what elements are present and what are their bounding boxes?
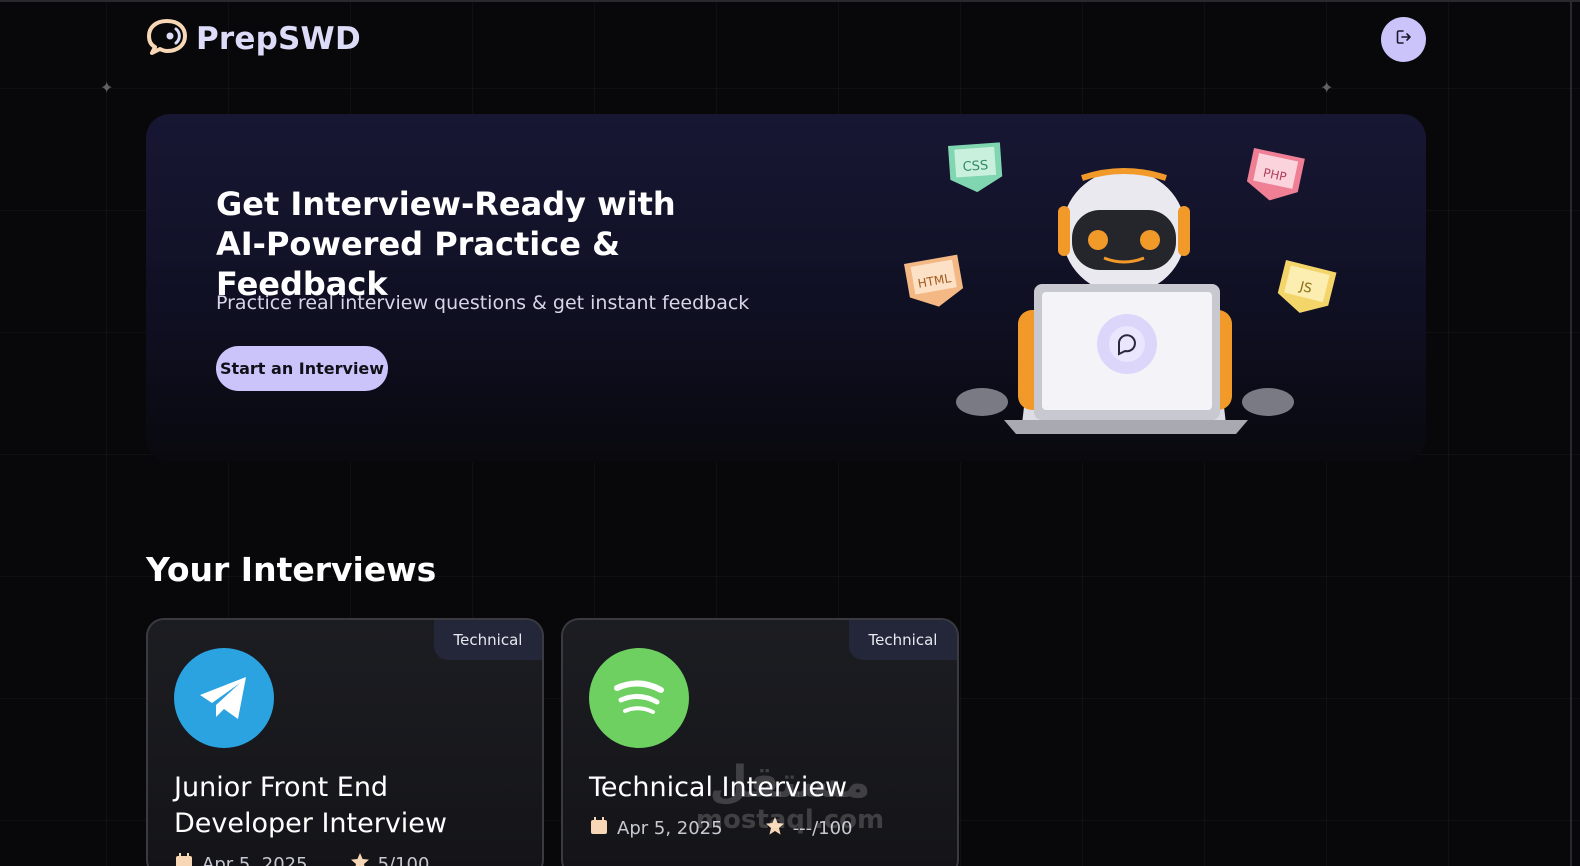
- svg-text:CSS: CSS: [962, 158, 989, 175]
- sparkle-decoration: ✦: [1320, 78, 1334, 97]
- interview-meta: Apr 5, 2025 ---/100: [589, 816, 852, 841]
- brand[interactable]: PrepSWD: [146, 18, 361, 60]
- interview-date: Apr 5, 2025: [174, 852, 308, 866]
- php-tag-icon: PHP: [1246, 148, 1305, 201]
- interview-meta: Apr 5, 2025 5/100: [174, 852, 429, 866]
- interview-card[interactable]: Technical Junior Front End Developer Int…: [146, 618, 544, 866]
- interview-type-badge: Technical: [434, 620, 542, 660]
- brand-name: PrepSWD: [196, 21, 361, 57]
- interview-title: Junior Front End Developer Interview: [174, 772, 447, 839]
- logout-button[interactable]: [1381, 16, 1426, 62]
- html-tag-icon: HTML: [904, 254, 964, 307]
- interview-score: 5/100: [350, 852, 429, 866]
- chat-bubble-icon: [146, 18, 188, 60]
- section-title-your-interviews: Your Interviews: [146, 550, 437, 589]
- calendar-icon: [174, 852, 194, 866]
- sparkle-decoration: ✦: [100, 78, 114, 97]
- interview-date: Apr 5, 2025: [589, 816, 723, 841]
- interview-type-badge: Technical: [849, 620, 957, 660]
- js-tag-icon: JS: [1277, 260, 1337, 313]
- robot-illustration: CSS PHP HTML JS: [886, 134, 1356, 454]
- interview-score: ---/100: [765, 816, 852, 841]
- window-top-border: [0, 0, 1580, 2]
- logout-icon: [1395, 28, 1413, 50]
- calendar-icon: [589, 816, 609, 841]
- interview-title: Technical Interview: [589, 772, 848, 803]
- hero-title: Get Interview-Ready with AI-Powered Prac…: [216, 185, 676, 303]
- interview-card[interactable]: Technical Technical Interview Apr 5, 202…: [561, 618, 959, 866]
- spotify-icon: [589, 648, 689, 748]
- hero-banner: Get Interview-Ready with AI-Powered Prac…: [146, 114, 1426, 462]
- css-tag-icon: CSS: [948, 142, 1003, 193]
- hero-subtitle: Practice real interview questions & get …: [216, 292, 750, 314]
- telegram-icon: [174, 648, 274, 748]
- star-icon: [765, 816, 785, 841]
- window-scrollbar-edge: [1570, 0, 1572, 866]
- star-icon: [350, 852, 370, 866]
- start-interview-button[interactable]: Start an Interview: [216, 346, 388, 391]
- navbar: PrepSWD: [146, 16, 1426, 62]
